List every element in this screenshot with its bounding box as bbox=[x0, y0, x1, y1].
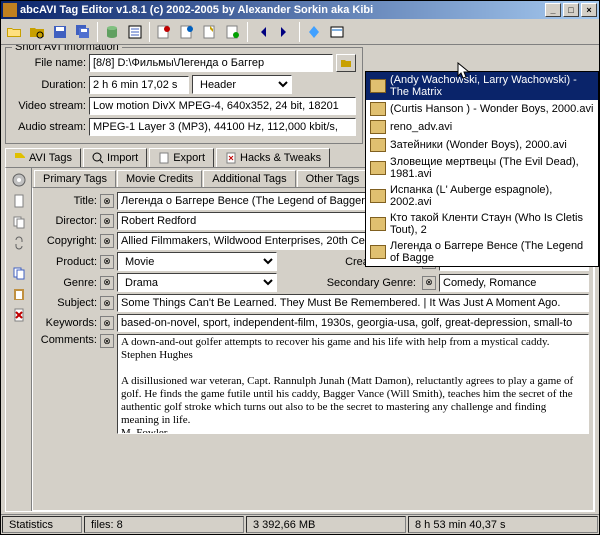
title-label: Title: bbox=[37, 195, 97, 207]
info-group: Short AVI Information File name: Duratio… bbox=[5, 47, 363, 144]
duration-field bbox=[89, 76, 189, 94]
dropdown-item[interactable]: (Andy Wachowski, Larry Wachowski) - The … bbox=[366, 72, 598, 100]
imp3-icon[interactable] bbox=[199, 21, 221, 43]
saveall-icon[interactable] bbox=[72, 21, 94, 43]
imp4-icon[interactable] bbox=[222, 21, 244, 43]
clear-button[interactable]: ⊗ bbox=[100, 334, 114, 348]
filename-field[interactable] bbox=[89, 54, 333, 72]
tab-export[interactable]: Export bbox=[149, 148, 214, 167]
sgenre-label: Secondary Genre: bbox=[280, 277, 419, 289]
title-bar: abcAVI Tag Editor v1.8.1 (c) 2002-2005 b… bbox=[1, 1, 599, 19]
dropdown-item[interactable]: Кто такой Кленти Стаун (Who Is Cletis To… bbox=[366, 210, 598, 238]
subtab-primary[interactable]: Primary Tags bbox=[34, 170, 116, 187]
clear-button[interactable]: ⊗ bbox=[100, 194, 114, 208]
file-dropdown[interactable]: (Andy Wachowski, Larry Wachowski) - The … bbox=[365, 71, 599, 267]
subtab-credits[interactable]: Movie Credits bbox=[117, 170, 202, 187]
clear-button[interactable]: ⊗ bbox=[100, 316, 114, 330]
subject-label: Subject: bbox=[37, 297, 97, 309]
side-paste-icon[interactable] bbox=[10, 285, 28, 303]
clear-button[interactable]: ⊗ bbox=[100, 296, 114, 310]
window-title: abcAVI Tag Editor v1.8.1 (c) 2002-2005 b… bbox=[20, 4, 543, 16]
side-copy-icon[interactable] bbox=[10, 213, 28, 231]
dropdown-item[interactable]: Затейники (Wonder Boys), 2000.avi bbox=[366, 136, 598, 154]
genre-label: Genre: bbox=[37, 277, 97, 289]
folder-icon bbox=[370, 245, 386, 259]
folder-icon bbox=[370, 217, 386, 231]
dropdown-item[interactable]: reno_adv.avi bbox=[366, 118, 598, 136]
tab-import[interactable]: Import bbox=[83, 148, 147, 167]
director-label: Director: bbox=[37, 215, 97, 227]
video-field bbox=[89, 97, 356, 115]
menu-icon[interactable] bbox=[326, 21, 348, 43]
tab-avitags[interactable]: AVI Tags bbox=[5, 148, 81, 168]
side-doc-icon[interactable] bbox=[10, 192, 28, 210]
toolbar bbox=[1, 19, 599, 45]
diamond-icon[interactable] bbox=[303, 21, 325, 43]
subject-field[interactable] bbox=[117, 294, 589, 312]
tab-hacks[interactable]: Hacks & Tweaks bbox=[216, 148, 330, 167]
filename-label: File name: bbox=[12, 57, 86, 69]
close-button[interactable]: × bbox=[581, 3, 597, 17]
open-icon[interactable] bbox=[3, 21, 25, 43]
video-label: Video stream: bbox=[12, 100, 86, 112]
clear-button[interactable]: ⊗ bbox=[100, 276, 114, 290]
audio-field bbox=[89, 118, 356, 136]
side-link-icon[interactable] bbox=[10, 234, 28, 252]
next-icon[interactable] bbox=[274, 21, 296, 43]
product-label: Product: bbox=[37, 256, 97, 268]
list-icon[interactable] bbox=[124, 21, 146, 43]
status-files: files: 8 bbox=[84, 516, 244, 533]
subtab-additional[interactable]: Additional Tags bbox=[203, 170, 295, 187]
imp2-icon[interactable] bbox=[176, 21, 198, 43]
imp1-icon[interactable] bbox=[153, 21, 175, 43]
folder-icon bbox=[370, 79, 386, 93]
status-bar: Statistics files: 8 3 392,66 MB 8 h 53 m… bbox=[1, 514, 599, 534]
sgenre-field[interactable] bbox=[439, 274, 589, 292]
folder-icon bbox=[370, 189, 386, 203]
product-select[interactable]: Movie bbox=[117, 252, 277, 271]
comments-field[interactable] bbox=[117, 334, 589, 434]
folder-icon bbox=[370, 138, 386, 152]
dropdown-item[interactable]: Легенда о Баггере Венсе (The Legend of B… bbox=[366, 238, 598, 266]
status-label: Statistics bbox=[2, 516, 82, 533]
dropdown-item[interactable]: Испанка (L' Auberge espagnole), 2002.avi bbox=[366, 182, 598, 210]
clear-button[interactable]: ⊗ bbox=[100, 234, 114, 248]
keywords-label: Keywords: bbox=[37, 317, 97, 329]
side-toolbar bbox=[6, 168, 32, 511]
app-icon bbox=[3, 3, 17, 17]
db-icon[interactable] bbox=[101, 21, 123, 43]
prev-icon[interactable] bbox=[251, 21, 273, 43]
duration-label: Duration: bbox=[12, 79, 86, 91]
clear-button[interactable]: ⊗ bbox=[422, 276, 436, 290]
clear-button[interactable]: ⊗ bbox=[100, 214, 114, 228]
copyright-label: Copyright: bbox=[37, 235, 97, 247]
clear-button[interactable]: ⊗ bbox=[100, 255, 114, 269]
status-duration: 8 h 53 min 40,37 s bbox=[408, 516, 598, 533]
info-group-title: Short AVI Information bbox=[12, 45, 122, 53]
scan-icon[interactable] bbox=[26, 21, 48, 43]
browse-button[interactable] bbox=[336, 54, 356, 72]
side-disc-icon[interactable] bbox=[10, 171, 28, 189]
keywords-field[interactable] bbox=[117, 314, 589, 332]
folder-icon bbox=[370, 102, 386, 116]
subtab-other[interactable]: Other Tags bbox=[297, 170, 369, 187]
maximize-button[interactable]: □ bbox=[563, 3, 579, 17]
dropdown-item[interactable]: (Curtis Hanson ) - Wonder Boys, 2000.avi bbox=[366, 100, 598, 118]
dropdown-item[interactable]: Зловещие мертвецы (The Evil Dead), 1981.… bbox=[366, 154, 598, 182]
comments-label: Comments: bbox=[37, 334, 97, 346]
genre-select[interactable]: Drama bbox=[117, 273, 277, 292]
folder-icon bbox=[370, 120, 386, 134]
side-copy2-icon[interactable] bbox=[10, 264, 28, 282]
audio-label: Audio stream: bbox=[12, 121, 86, 133]
minimize-button[interactable]: _ bbox=[545, 3, 561, 17]
header-select[interactable]: Header bbox=[192, 75, 292, 94]
save-icon[interactable] bbox=[49, 21, 71, 43]
folder-icon bbox=[370, 161, 386, 175]
status-size: 3 392,66 MB bbox=[246, 516, 406, 533]
side-del-icon[interactable] bbox=[10, 306, 28, 324]
